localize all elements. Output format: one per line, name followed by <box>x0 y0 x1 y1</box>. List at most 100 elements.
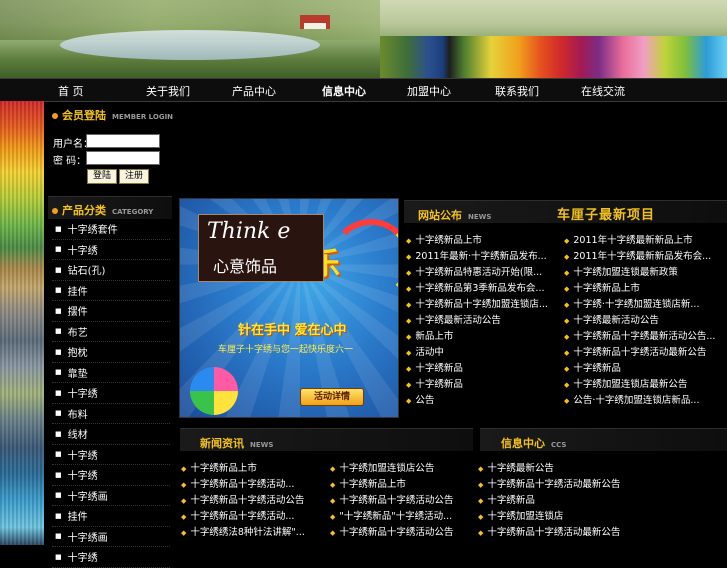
list-item[interactable]: ◆ 十字绣最新活动公告 <box>564 313 724 329</box>
list-item[interactable]: ◆ 十字绣最新活动公告 <box>406 313 556 329</box>
list-item[interactable]: ◆ 十字绣新品十字绣活动... <box>181 509 321 525</box>
list-item[interactable]: ◆ 十字绣新品十字绣活动公告 <box>330 525 470 541</box>
square-bullet-icon: ■ <box>55 532 62 541</box>
bullet-icon: ◆ <box>564 253 570 261</box>
list-item[interactable]: ◆ 十字绣新品上市 <box>564 281 724 297</box>
notice-list-right: ◆ 2011年十字绣最新新品上市 ◆ 2011年十字绣最新新品发布会... ◆ 十字绣… <box>564 233 724 409</box>
list-item[interactable]: ◆ 十字绣绣法8种针法讲解"... <box>181 525 321 541</box>
nav-item-products[interactable]: 产品中心 <box>232 83 276 99</box>
news-list-col2: ◆ 十字绣加盟连锁店公告 ◆ 十字绣新品上市 ◆ 十字绣新品十字绣活动公告 ◆ "十字绣… <box>330 461 470 541</box>
square-bullet-icon: ■ <box>55 286 62 295</box>
list-item[interactable]: ◆ "十字绣新品"十字绣活动... <box>330 509 470 525</box>
list-item[interactable]: ◆ 2011年十字绣最新新品上市 <box>564 233 724 249</box>
nav-item-about[interactable]: 关于我们 <box>146 83 190 99</box>
list-item[interactable]: ◆ 十字绣加盟连锁店 <box>478 509 723 525</box>
bullet-icon: ◆ <box>406 333 412 341</box>
list-item[interactable]: ◆ 十字绣最新公告 <box>478 461 723 477</box>
category-item[interactable]: ■ 十字绣套件 <box>52 219 170 240</box>
bullet-icon: ◆ <box>478 497 484 505</box>
bullet-icon: ◆ <box>478 465 484 473</box>
category-item[interactable]: ■ 抱枕 <box>52 342 170 363</box>
bullet-icon: ◆ <box>406 397 412 405</box>
bullet-icon: ◆ <box>330 497 336 505</box>
category-item[interactable]: ■ 线材 <box>52 424 170 445</box>
list-item[interactable]: ◆ 十字绣加盟连锁店公告 <box>330 461 470 477</box>
square-bullet-icon: ■ <box>55 306 62 315</box>
promo-details-button[interactable]: 活动详情 <box>300 388 364 406</box>
bullet-icon: ◆ <box>564 285 570 293</box>
bullet-icon: ◆ <box>564 365 570 373</box>
banner-yarn-stripes <box>380 36 727 78</box>
bullet-icon <box>52 208 58 214</box>
category-item[interactable]: ■ 钻石(孔) <box>52 260 170 281</box>
list-item[interactable]: ◆ 十字绣新品第3季新品发布会... <box>406 281 556 297</box>
decorative-stripe <box>0 101 44 545</box>
square-bullet-icon: ■ <box>55 388 62 397</box>
category-item[interactable]: ■ 十字绣 <box>52 383 170 404</box>
list-item[interactable]: ◆ 十字绣新品 <box>406 377 556 393</box>
category-item[interactable]: ■ 十字绣 <box>52 547 170 568</box>
bullet-icon: ◆ <box>330 465 336 473</box>
list-item[interactable]: ◆ 十字绣新品 <box>564 361 724 377</box>
category-item[interactable]: ■ 十字绣画 <box>52 527 170 547</box>
nav-item-franchise[interactable]: 加盟中心 <box>407 83 451 99</box>
bullet-icon: ◆ <box>181 481 187 489</box>
list-item[interactable]: ◆ 十字绣新品上市 <box>406 233 556 249</box>
notice-title: 网站公布 NEWS <box>418 209 492 222</box>
info-list: ◆ 十字绣最新公告 ◆ 十字绣新品十字绣活动最新公告 ◆ 十字绣新品 ◆ 十字绣加盟连锁… <box>478 461 723 541</box>
list-item[interactable]: ◆ 十字绣加盟连锁店最新公告 <box>564 377 724 393</box>
list-item[interactable]: ◆ 2011年最新·十字绣新品发布... <box>406 249 556 265</box>
list-item[interactable]: ◆ 活动中 <box>406 345 556 361</box>
register-button[interactable]: 注册 <box>119 169 149 184</box>
category-item[interactable]: ■ 布料 <box>52 404 170 424</box>
list-item[interactable]: ◆ 十字绣新品十字绣加盟连锁店... <box>406 297 556 313</box>
square-bullet-icon: ■ <box>55 347 62 356</box>
list-item[interactable]: ◆ 十字绣新品十字绣活动最新公告 <box>478 525 723 541</box>
list-item[interactable]: ◆ 十字绣新品十字绣最新活动公告... <box>564 329 724 345</box>
category-item[interactable]: ■ 十字绣 <box>52 240 170 260</box>
login-button[interactable]: 登陆 <box>87 169 117 184</box>
list-item[interactable]: ◆ 十字绣新品特惠活动开始(限... <box>406 265 556 281</box>
username-input[interactable] <box>86 134 160 148</box>
list-item[interactable]: ◆ 十字绣新品上市 <box>330 477 470 493</box>
password-input[interactable] <box>86 151 160 165</box>
nav-item-contact[interactable]: 联系我们 <box>495 83 539 99</box>
bullet-icon: ◆ <box>181 465 187 473</box>
category-item[interactable]: ■ 摆件 <box>52 301 170 322</box>
category-item[interactable]: ■ 挂件 <box>52 281 170 301</box>
list-item[interactable]: ◆ 十字绣新品上市 <box>181 461 321 477</box>
list-item[interactable]: ◆ 十字绣新品 <box>478 493 723 509</box>
square-bullet-icon: ■ <box>55 368 62 377</box>
list-item[interactable]: ◆ 新品上市 <box>406 329 556 345</box>
category-item[interactable]: ■ 十字绣 <box>52 445 170 465</box>
bullet-icon: ◆ <box>564 333 570 341</box>
list-item[interactable]: ◆ 十字绣新品十字绣活动公告 <box>330 493 470 509</box>
promo-slogan: 针在手中 爱在心中 <box>238 323 347 338</box>
square-bullet-icon: ■ <box>55 224 62 233</box>
bullet-icon: ◆ <box>564 349 570 357</box>
nav-item-chat[interactable]: 在线交流 <box>581 83 625 99</box>
list-item[interactable]: ◆ 公告 <box>406 393 556 409</box>
bullet-icon: ◆ <box>406 317 412 325</box>
nav-item-home[interactable]: 首 页 <box>58 83 84 99</box>
category-item[interactable]: ■ 十字绣画 <box>52 486 170 506</box>
list-item[interactable]: ◆ 2011年十字绣最新新品发布会... <box>564 249 724 265</box>
list-item[interactable]: ◆ 十字绣加盟连锁最新政策 <box>564 265 724 281</box>
list-item[interactable]: ◆ 十字绣新品十字绣活动最新公告 <box>478 477 723 493</box>
promo-banner[interactable]: 快乐 Think e 心意饰品 针在手中 爱在心中 车厘子十字绣与您一起快乐度六… <box>179 198 399 418</box>
category-item[interactable]: ■ 布艺 <box>52 322 170 342</box>
list-item[interactable]: ◆ 十字绣新品十字绣活动最新公告 <box>564 345 724 361</box>
category-item[interactable]: ■ 挂件 <box>52 506 170 527</box>
nav-item-info[interactable]: 信息中心 <box>322 83 366 99</box>
bullet-icon: ◆ <box>406 301 412 309</box>
category-list: ■ 十字绣套件 ■ 十字绣 ■ 钻石(孔) ■ 挂件 ■ 摆件 ■ 布艺 ■ 抱枕 ■ 靠垫 ■… <box>52 219 170 568</box>
bullet-icon: ◆ <box>564 317 570 325</box>
list-item[interactable]: ◆ 十字绣新品 <box>406 361 556 377</box>
list-item[interactable]: ◆ 十字绣·十字绣加盟连锁店新... <box>564 297 724 313</box>
category-item[interactable]: ■ 十字绣 <box>52 465 170 486</box>
list-item[interactable]: ◆ 十字绣新品十字绣活动... <box>181 477 321 493</box>
list-item[interactable]: ◆ 公告·十字绣加盟连锁店新品... <box>564 393 724 409</box>
bullet-icon: ◆ <box>406 349 412 357</box>
list-item[interactable]: ◆ 十字绣新品十字绣活动公告 <box>181 493 321 509</box>
category-item[interactable]: ■ 靠垫 <box>52 363 170 383</box>
